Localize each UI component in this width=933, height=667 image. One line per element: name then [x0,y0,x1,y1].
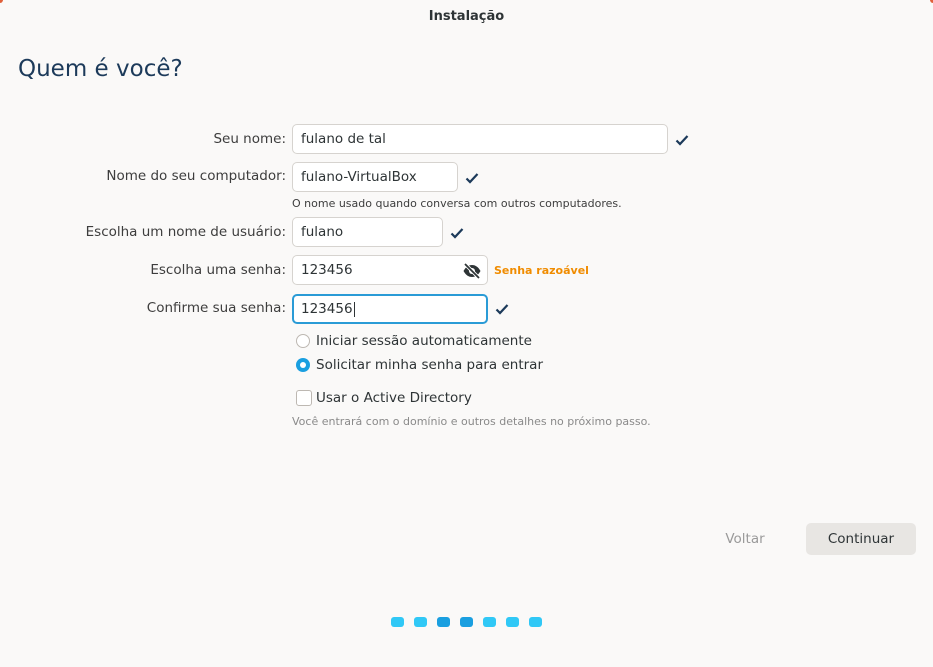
require-password-label[interactable]: Solicitar minha senha para entrar [316,357,543,373]
window-title: Instalação [428,9,505,24]
text-caret [353,301,355,317]
require-password-radio[interactable] [296,358,310,372]
active-directory-hint: Você entrará com o domínio e outros deta… [292,415,651,428]
progress-dot-7 [529,617,542,627]
active-directory-checkbox[interactable] [296,390,312,406]
progress-dot-1 [391,617,404,627]
computer-label: Nome do seu computador: [106,168,286,184]
window-corner-left [0,0,3,3]
username-valid-check-icon [450,228,464,239]
username-field[interactable]: fulano [292,217,443,247]
hide-password-icon[interactable] [462,262,482,280]
confirm-label: Confirme sua senha: [146,300,286,316]
computer-name-hint: O nome usado quando conversa com outros … [292,197,622,210]
auto-login-radio[interactable] [296,334,310,348]
computer-valid-check-icon [465,173,479,184]
auto-login-label[interactable]: Iniciar sessão automaticamente [316,333,532,349]
active-directory-label[interactable]: Usar o Active Directory [316,390,472,406]
progress-dot-2 [414,617,427,627]
password-strength-label: Senha razoável [494,264,589,277]
confirm-password-field[interactable]: 123456 [292,294,488,324]
confirm-password-value: 123456 [301,301,353,317]
progress-dot-5 [483,617,496,627]
password-field[interactable]: 123456 [292,255,488,285]
computer-name-field[interactable]: fulano-VirtualBox [292,162,458,192]
page-heading: Quem é você? [18,56,183,82]
back-button[interactable]: Voltar [700,523,790,555]
progress-dot-6 [506,617,519,627]
name-field[interactable]: fulano de tal [292,124,668,154]
name-valid-check-icon [675,135,689,146]
name-label: Seu nome: [213,131,286,147]
confirm-valid-check-icon [495,304,509,315]
continue-button[interactable]: Continuar [806,523,916,555]
username-label: Escolha um nome de usuário: [85,224,286,240]
password-label: Escolha uma senha: [150,262,286,278]
progress-dot-3 [437,617,450,627]
progress-dot-4 [460,617,473,627]
